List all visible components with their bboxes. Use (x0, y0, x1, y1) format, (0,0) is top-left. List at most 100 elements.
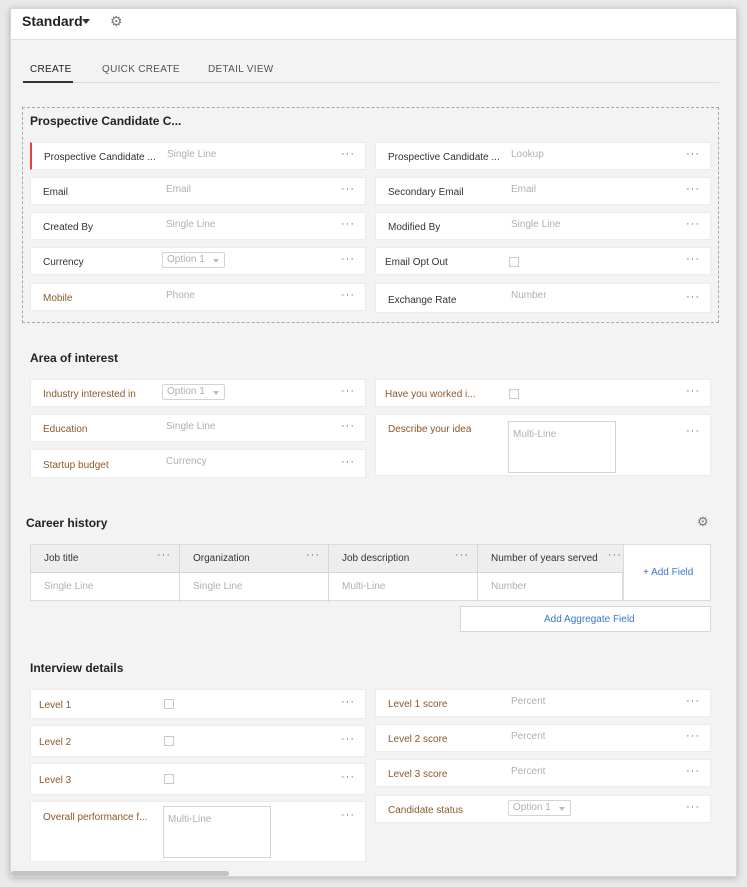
more-icon[interactable]: ··· (341, 809, 355, 821)
more-icon[interactable]: ··· (341, 148, 355, 160)
more-icon[interactable]: ··· (686, 385, 700, 397)
field-secondary-email[interactable]: Secondary Email Email ··· (375, 177, 711, 205)
section-title-prospective[interactable]: Prospective Candidate C... (30, 114, 181, 128)
active-tab-indicator (23, 81, 73, 83)
tab-detail-view[interactable]: DETAIL VIEW (208, 64, 274, 75)
field-placeholder: Email (511, 184, 537, 195)
layout-tabs: CREATE QUICK CREATE DETAIL VIEW (23, 61, 719, 83)
field-level-3-score[interactable]: Level 3 score Percent ··· (375, 759, 711, 787)
more-icon[interactable]: ··· (686, 183, 700, 195)
field-have-you-worked[interactable]: Have you worked i... ··· (375, 379, 711, 407)
more-icon[interactable]: ··· (306, 549, 320, 561)
tab-create[interactable]: CREATE (30, 64, 72, 75)
field-placeholder: Single Line (166, 421, 216, 432)
field-placeholder: Single Line (511, 219, 561, 230)
field-level-2-score[interactable]: Level 2 score Percent ··· (375, 724, 711, 752)
more-icon[interactable]: ··· (686, 218, 700, 230)
more-icon[interactable]: ··· (686, 148, 700, 160)
column-header-job-title[interactable]: Job title ··· (31, 545, 180, 573)
field-level-2[interactable]: Level 2 ··· (30, 725, 366, 757)
field-exchange-rate[interactable]: Exchange Rate Number ··· (375, 283, 711, 313)
option-select[interactable]: Option 1 (508, 800, 571, 816)
more-icon[interactable]: ··· (686, 291, 700, 303)
column-header-years-served[interactable]: Number of years served ··· (478, 545, 624, 573)
field-label: Level 1 (39, 700, 72, 711)
layout-editor: Standard ⚙ CREATE QUICK CREATE DETAIL VI… (10, 8, 737, 877)
field-placeholder: Percent (511, 696, 546, 707)
option-select-value: Option 1 (513, 802, 551, 813)
field-currency[interactable]: Currency Option 1 ··· (30, 247, 366, 275)
multiline-box[interactable]: Multi-Line (163, 806, 271, 858)
option-select[interactable]: Option 1 (162, 384, 225, 400)
checkbox[interactable] (509, 389, 519, 399)
multiline-box[interactable]: Multi-Line (508, 421, 616, 473)
column-header-job-description[interactable]: Job description ··· (329, 545, 478, 573)
field-candidate-status[interactable]: Candidate status Option 1 ··· (375, 795, 711, 823)
more-icon[interactable]: ··· (686, 765, 700, 777)
more-icon[interactable]: ··· (341, 733, 355, 745)
field-level-1-score[interactable]: Level 1 score Percent ··· (375, 689, 711, 717)
field-prospective-candidate-name[interactable]: Prospective Candidate ... Single Line ··… (30, 142, 366, 170)
more-icon[interactable]: ··· (341, 385, 355, 397)
more-icon[interactable]: ··· (341, 253, 355, 265)
field-mobile[interactable]: Mobile Phone ··· (30, 283, 366, 311)
more-icon[interactable]: ··· (455, 549, 469, 561)
more-icon[interactable]: ··· (341, 771, 355, 783)
field-level-1[interactable]: Level 1 ··· (30, 689, 366, 719)
field-modified-by[interactable]: Modified By Single Line ··· (375, 212, 711, 240)
chevron-down-icon[interactable] (82, 19, 90, 24)
cell-placeholder: Number (491, 581, 527, 592)
section-title-interview-details[interactable]: Interview details (30, 661, 123, 675)
field-label: Have you worked i... (385, 389, 476, 400)
more-icon[interactable]: ··· (341, 420, 355, 432)
checkbox[interactable] (164, 699, 174, 709)
add-aggregate-field-button[interactable]: Add Aggregate Field (460, 606, 711, 632)
field-created-by[interactable]: Created By Single Line ··· (30, 212, 366, 240)
add-aggregate-label: Add Aggregate Field (544, 614, 635, 625)
option-select[interactable]: Option 1 (162, 252, 225, 268)
field-label: Mobile (43, 293, 73, 304)
more-icon[interactable]: ··· (157, 549, 171, 561)
more-icon[interactable]: ··· (341, 456, 355, 468)
more-icon[interactable]: ··· (608, 549, 622, 561)
field-education[interactable]: Education Single Line ··· (30, 414, 366, 442)
field-label: Email Opt Out (385, 257, 448, 268)
more-icon[interactable]: ··· (686, 730, 700, 742)
layout-name-dropdown[interactable]: Standard (22, 13, 83, 29)
section-title-area-of-interest[interactable]: Area of interest (30, 351, 118, 365)
more-icon[interactable]: ··· (686, 425, 700, 437)
field-describe-your-idea[interactable]: Describe your idea Multi-Line ··· (375, 414, 711, 476)
horizontal-scrollbar[interactable] (11, 871, 229, 876)
more-icon[interactable]: ··· (686, 801, 700, 813)
more-icon[interactable]: ··· (686, 695, 700, 707)
more-icon[interactable]: ··· (341, 289, 355, 301)
field-email[interactable]: Email Email ··· (30, 177, 366, 205)
chevron-down-icon (559, 807, 565, 811)
add-field-button[interactable]: + Add Field (623, 544, 711, 601)
column-header-label: Organization (193, 553, 250, 564)
field-startup-budget[interactable]: Startup budget Currency ··· (30, 449, 366, 478)
column-header-label: Number of years served (491, 553, 598, 564)
field-label: Prospective Candidate ... (44, 152, 156, 163)
column-header-organization[interactable]: Organization ··· (180, 545, 329, 573)
more-icon[interactable]: ··· (341, 696, 355, 708)
table-cell: Single Line (180, 573, 329, 602)
section-title-career-history[interactable]: Career history (26, 516, 107, 530)
checkbox[interactable] (164, 736, 174, 746)
tab-quick-create[interactable]: QUICK CREATE (102, 64, 180, 75)
field-email-opt-out[interactable]: Email Opt Out ··· (375, 247, 711, 275)
field-industry-interested[interactable]: Industry interested in Option 1 ··· (30, 379, 366, 407)
checkbox[interactable] (164, 774, 174, 784)
more-icon[interactable]: ··· (341, 183, 355, 195)
field-prospective-candidate-lookup[interactable]: Prospective Candidate ... Lookup ··· (375, 142, 711, 170)
field-overall-performance[interactable]: Overall performance f... Multi-Line ··· (30, 801, 366, 862)
more-icon[interactable]: ··· (341, 218, 355, 230)
gear-icon[interactable]: ⚙ (697, 515, 709, 528)
field-level-3[interactable]: Level 3 ··· (30, 763, 366, 795)
subform-table: Job title ··· Organization ··· Job descr… (30, 544, 624, 602)
chevron-down-icon (213, 259, 219, 263)
gear-icon[interactable]: ⚙ (110, 14, 123, 28)
checkbox[interactable] (509, 257, 519, 267)
more-icon[interactable]: ··· (686, 253, 700, 265)
field-label: Level 2 (39, 737, 72, 748)
